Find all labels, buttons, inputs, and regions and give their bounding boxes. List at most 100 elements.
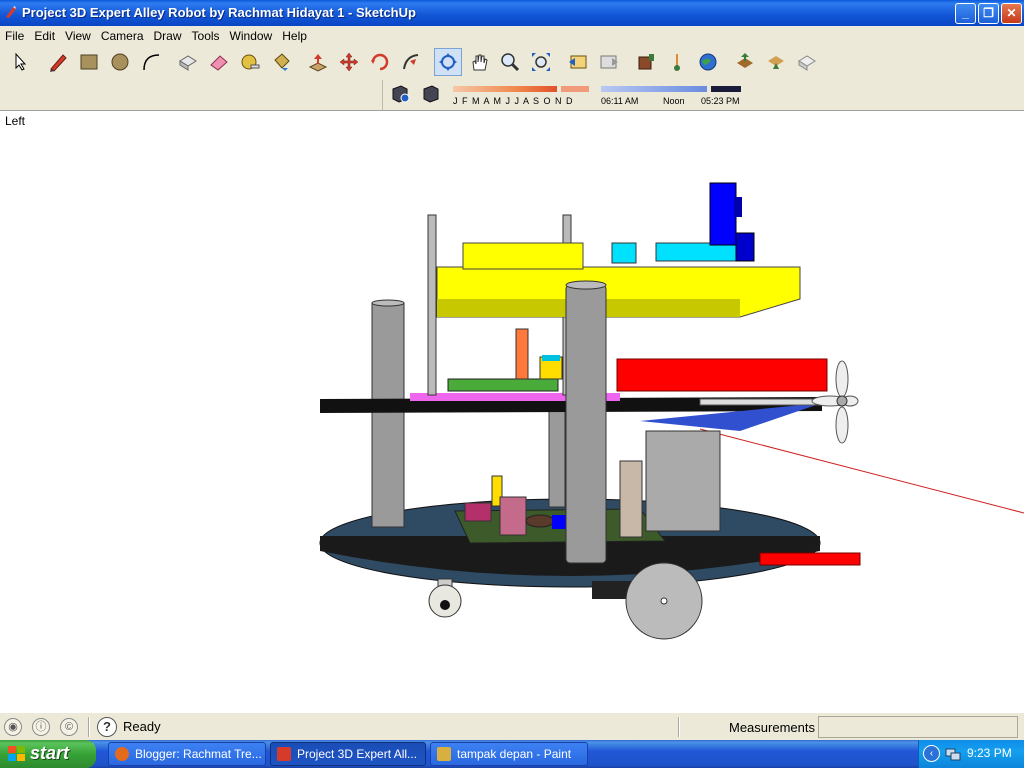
menu-help[interactable]: Help xyxy=(277,26,312,46)
eraser-icon[interactable] xyxy=(205,48,233,76)
red-block xyxy=(616,358,828,392)
time-slider-end xyxy=(711,86,741,92)
paint-icon xyxy=(437,747,451,761)
rotate-icon[interactable] xyxy=(366,48,394,76)
pan-icon[interactable] xyxy=(465,48,493,76)
get-models-icon[interactable] xyxy=(632,48,660,76)
drawing-viewport[interactable]: Left xyxy=(0,110,1024,712)
time-start-label: 06:11 AM xyxy=(601,96,639,106)
show-hidden-icons-icon[interactable]: ‹ xyxy=(923,745,940,762)
shadow-settings-icon[interactable] xyxy=(387,80,415,108)
windows-taskbar: start Blogger: Rachmat Tre... Project 3D… xyxy=(0,740,1024,768)
share-component-icon[interactable] xyxy=(793,48,821,76)
arc-icon[interactable] xyxy=(137,48,165,76)
close-button[interactable]: ✕ xyxy=(1001,3,1022,24)
lower-component-disc xyxy=(525,514,555,528)
middle-cyan-cap xyxy=(542,355,560,361)
paint-bucket-icon[interactable] xyxy=(267,48,295,76)
maximize-button[interactable]: ❐ xyxy=(978,3,999,24)
menu-edit[interactable]: Edit xyxy=(29,26,60,46)
pillar-left-top xyxy=(371,299,405,307)
pillar-back xyxy=(548,410,566,508)
menu-file[interactable]: File xyxy=(0,26,29,46)
servo-horn xyxy=(734,197,742,217)
windows-logo-icon xyxy=(8,746,25,761)
start-label: start xyxy=(30,743,70,763)
minimize-button[interactable]: _ xyxy=(955,3,976,24)
make-component-icon[interactable] xyxy=(174,48,202,76)
geolocation-icon[interactable]: ◉ xyxy=(4,718,22,736)
measurements-input[interactable] xyxy=(818,716,1018,738)
sketchup-app-icon[interactable] xyxy=(4,5,18,19)
month-slider-end xyxy=(561,86,589,92)
tape-measure-icon[interactable] xyxy=(236,48,264,76)
task-label: Project 3D Expert All... xyxy=(297,747,418,761)
menu-window[interactable]: Window xyxy=(225,26,278,46)
month-labels: J F M A M J J A S O N D xyxy=(453,96,574,106)
post-left xyxy=(427,214,437,396)
menu-tools[interactable]: Tools xyxy=(187,26,225,46)
copyright-icon[interactable]: © xyxy=(60,718,78,736)
robot-model xyxy=(319,182,1024,640)
next-view-icon[interactable] xyxy=(595,48,623,76)
month-slider[interactable] xyxy=(453,86,557,92)
lower-tan-cylinder xyxy=(619,460,643,538)
menu-draw[interactable]: Draw xyxy=(149,26,187,46)
pillar-left xyxy=(371,302,405,528)
push-pull-icon[interactable] xyxy=(304,48,332,76)
clock: 9:23 PM xyxy=(967,746,1012,760)
caster-hub xyxy=(440,600,450,610)
credits-icon[interactable]: ⓘ xyxy=(32,718,50,736)
drive-wheel-hub xyxy=(660,597,668,605)
task-label: tampak depan - Paint xyxy=(457,747,572,761)
main-toolbar xyxy=(0,46,830,80)
circle-icon[interactable] xyxy=(106,48,134,76)
middle-orange-cylinder xyxy=(515,328,529,380)
place-model-icon[interactable] xyxy=(663,48,691,76)
network-icon[interactable] xyxy=(945,746,961,762)
menu-view[interactable]: View xyxy=(60,26,96,46)
system-tray: ‹ 9:23 PM xyxy=(918,740,1024,768)
status-bar: ◉ ⓘ © ? Ready Measurements xyxy=(0,712,1024,740)
lower-component-blue xyxy=(552,515,566,529)
task-blogger[interactable]: Blogger: Rachmat Tre... xyxy=(108,742,266,766)
menu-bar: File Edit View Camera Draw Tools Window Help xyxy=(0,26,1024,46)
lower-component-pink xyxy=(464,502,492,522)
status-separator xyxy=(88,717,90,737)
display-shadows-icon[interactable] xyxy=(417,80,445,108)
cyan-box-small xyxy=(611,242,637,264)
start-button[interactable]: start xyxy=(0,740,96,768)
shadow-toolbar: J F M A M J J A S O N D 06:11 AM Noon 05… xyxy=(382,80,746,110)
share-model-icon[interactable] xyxy=(731,48,759,76)
task-paint[interactable]: tampak depan - Paint xyxy=(430,742,588,766)
google-earth-icon[interactable] xyxy=(694,48,722,76)
time-end-label: 05:23 PM xyxy=(701,96,740,106)
lower-red-arm xyxy=(759,552,861,566)
zoom-extents-icon[interactable] xyxy=(527,48,555,76)
title-bar: Project 3D Expert Alley Robot by Rachmat… xyxy=(0,0,1024,26)
select-icon[interactable] xyxy=(6,48,34,76)
menu-camera[interactable]: Camera xyxy=(96,26,149,46)
help-icon[interactable]: ? xyxy=(97,717,117,737)
previous-view-icon[interactable] xyxy=(564,48,592,76)
pencil-icon[interactable] xyxy=(44,48,72,76)
orbit-icon[interactable] xyxy=(434,48,462,76)
battery-box xyxy=(645,430,721,532)
pillar-front xyxy=(565,284,607,564)
pillar-front-top xyxy=(565,280,607,290)
move-icon[interactable] xyxy=(335,48,363,76)
window-title: Project 3D Expert Alley Robot by Rachmat… xyxy=(22,5,416,20)
status-text: Ready xyxy=(123,719,161,734)
zoom-icon[interactable] xyxy=(496,48,524,76)
status-separator-2 xyxy=(678,717,680,737)
task-label: Blogger: Rachmat Tre... xyxy=(135,747,262,761)
time-slider[interactable] xyxy=(601,86,707,92)
sketchup-icon xyxy=(277,747,291,761)
cyan-box-large xyxy=(655,242,739,262)
task-sketchup[interactable]: Project 3D Expert All... xyxy=(270,742,426,766)
measurements-label: Measurements xyxy=(729,720,815,735)
rectangle-icon[interactable] xyxy=(75,48,103,76)
get-current-view-icon[interactable] xyxy=(762,48,790,76)
follow-me-icon[interactable] xyxy=(397,48,425,76)
red-axis-line xyxy=(699,428,1024,514)
